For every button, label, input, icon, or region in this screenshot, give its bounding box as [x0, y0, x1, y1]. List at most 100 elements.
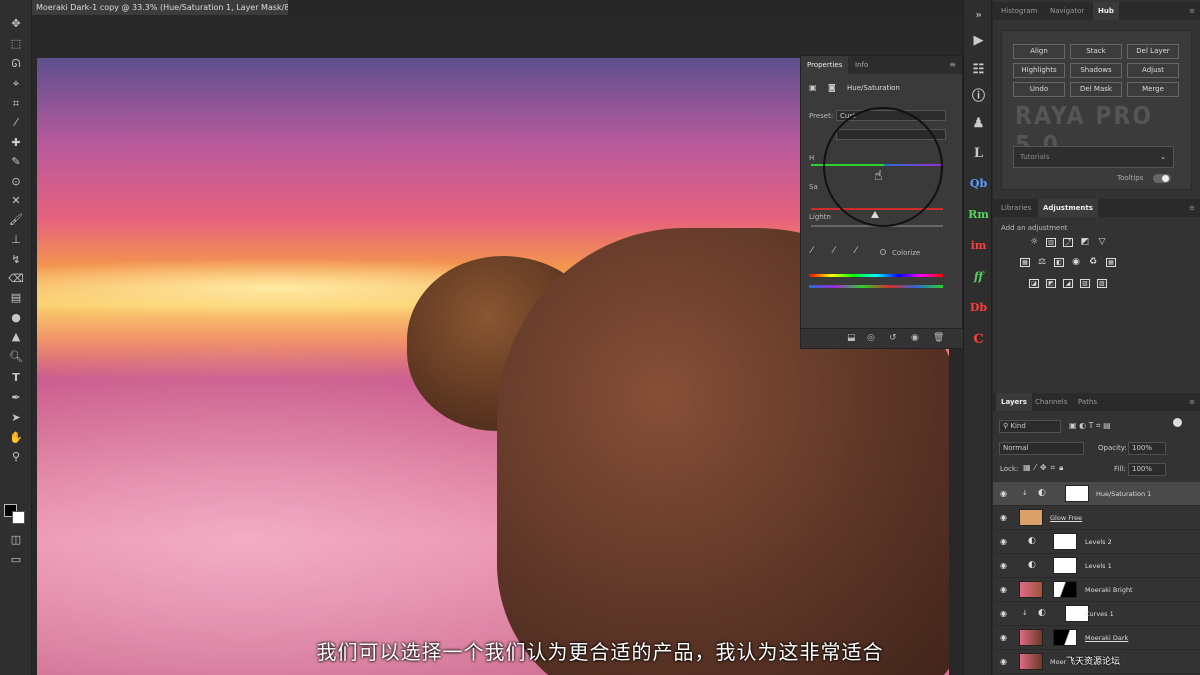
layer-mask-thumbnail[interactable] [1053, 581, 1077, 598]
adjust-button[interactable]: Adjust [1127, 63, 1179, 78]
visibility-eye-icon[interactable]: ◉ [1000, 561, 1007, 570]
marquee-tool-icon[interactable]: ⬚ [7, 36, 25, 52]
eyedropper-tool-icon[interactable]: ⁄ [7, 115, 25, 131]
gradient-map-icon[interactable]: ▧ [1080, 279, 1090, 288]
layer-name[interactable]: Curves 1 [1085, 610, 1114, 618]
plugin-Db[interactable]: Db [964, 301, 993, 314]
color-lookup-icon[interactable]: ▦ [1106, 258, 1116, 267]
tab-hub[interactable]: Hub [1093, 2, 1119, 20]
crop-tool-icon[interactable]: ⌗ [7, 96, 25, 112]
layer-name[interactable]: Levels 2 [1085, 538, 1112, 546]
mask-icon[interactable]: ◙ [828, 83, 836, 92]
panel-menu-icon[interactable]: ≡ [1189, 2, 1195, 20]
channel-mixer-icon[interactable]: ♻ [1088, 258, 1098, 267]
transform-tool-icon[interactable]: ✕ [7, 193, 25, 209]
tutorials-select[interactable]: Tutorials ⌄ [1013, 146, 1174, 168]
panel-menu-icon[interactable]: ≡ [1189, 393, 1195, 411]
layer-row[interactable]: ◉ ↓ ◐ Hue/Saturation 1 [993, 482, 1200, 506]
type-tool-icon[interactable]: T [7, 370, 25, 386]
hue-saturation-icon[interactable]: ▦ [1020, 258, 1030, 267]
layer-row[interactable]: ◉ ◐ Levels 2 [993, 530, 1200, 554]
del-layer-button[interactable]: Del Layer [1127, 44, 1179, 59]
paint-brush-tool-icon[interactable]: 🖌 [7, 212, 25, 228]
tab-paths[interactable]: Paths [1073, 393, 1102, 411]
visibility-eye-icon[interactable]: ◉ [1000, 609, 1007, 618]
color-balance-icon[interactable]: ⚖ [1037, 258, 1047, 267]
visibility-eye-icon[interactable]: ◉ [1000, 537, 1007, 546]
gradient-tool-icon[interactable]: ▤ [7, 290, 25, 306]
fill-field[interactable]: 100% [1128, 463, 1166, 476]
blur-tool-icon[interactable]: ● [7, 310, 25, 326]
eyedropper-icon[interactable]: ⁄ [811, 246, 813, 256]
layer-row[interactable]: ◉ Moeraki Bright [993, 578, 1200, 602]
stamp-icon[interactable]: ♟ [964, 116, 993, 131]
layer-row[interactable]: ◉ Glow Free [993, 506, 1200, 530]
stack-button[interactable]: Stack [1070, 44, 1122, 59]
layer-row[interactable]: ◉ ↓ ◐ Curves 1 [993, 602, 1200, 626]
move-tool-icon[interactable]: ✥ [7, 16, 25, 32]
document-tab[interactable]: Moeraki Dark-1 copy @ 33.3% (Hue/Saturat… [32, 0, 288, 15]
quick-select-tool-icon[interactable]: ⌖ [7, 76, 25, 92]
kind-filter-select[interactable]: ⚲ Kind [999, 420, 1061, 433]
panel-menu-icon[interactable]: ≡ [1189, 199, 1195, 217]
zoom-tool-icon[interactable]: ⚲ [7, 449, 25, 465]
layer-thumbnail[interactable] [1019, 581, 1043, 598]
screen-mode-icon[interactable]: ▭ [7, 552, 25, 568]
play-icon[interactable]: ▶ [964, 33, 993, 48]
layer-name[interactable]: Glow Free [1050, 514, 1082, 522]
threshold-icon[interactable]: ◢ [1063, 279, 1073, 288]
black-white-icon[interactable]: ◧ [1054, 258, 1064, 267]
visibility-eye-icon[interactable]: ◉ [1000, 585, 1007, 594]
del-mask-button[interactable]: Del Mask [1070, 82, 1122, 97]
layer-name[interactable]: Moeraki Bright [1085, 586, 1133, 594]
plugin-L[interactable]: L [964, 146, 993, 161]
visibility-eye-icon[interactable]: ◉ [1000, 489, 1007, 498]
layer-thumbnail[interactable] [1019, 509, 1043, 526]
tooltips-toggle[interactable] [1153, 174, 1171, 183]
selective-color-icon[interactable]: ▨ [1097, 279, 1107, 288]
hand-tool-icon[interactable]: ✋ [7, 430, 25, 446]
undo-button[interactable]: Undo [1013, 82, 1065, 97]
tab-navigator[interactable]: Navigator [1045, 2, 1089, 20]
clip-to-layer-icon[interactable]: ⬓ [847, 333, 856, 343]
history-brush-tool-icon[interactable]: ↯ [7, 252, 25, 268]
pen-tool-icon[interactable]: ✒ [7, 390, 25, 406]
layer-name[interactable]: Hue/Saturation 1 [1096, 490, 1151, 498]
plugin-Qb[interactable]: Qb [964, 177, 993, 190]
plugin-Rm[interactable]: Rm [964, 208, 993, 221]
invert-icon[interactable]: ◪ [1029, 279, 1039, 288]
highlights-button[interactable]: Highlights [1013, 63, 1065, 78]
curves-icon[interactable]: ⤴ [1063, 238, 1073, 247]
healing-brush-tool-icon[interactable]: ✚ [7, 135, 25, 151]
photo-filter-icon[interactable]: ◉ [1071, 258, 1081, 267]
panel-menu-icon[interactable]: ≡ [949, 56, 956, 74]
filter-toggle[interactable] [1173, 418, 1182, 427]
exposure-icon[interactable]: ◩ [1080, 238, 1090, 247]
levels-icon[interactable]: ▥ [1046, 238, 1056, 247]
filter-icons[interactable]: ▣ ◐ T ⌗ ▤ [1069, 421, 1111, 431]
delete-icon[interactable]: 🗑︎ [933, 333, 944, 343]
dodge-tool-icon[interactable]: 🔍︎ [7, 349, 25, 365]
tab-layers[interactable]: Layers [996, 393, 1032, 411]
brush-tool-icon[interactable]: ✎ [7, 154, 25, 170]
view-previous-icon[interactable]: ◎ [867, 333, 875, 343]
tab-info[interactable]: Info [849, 56, 874, 74]
eyedropper-plus-icon[interactable]: ⁄ [833, 246, 835, 256]
tab-histogram[interactable]: Histogram [996, 2, 1042, 20]
tab-libraries[interactable]: Libraries [996, 199, 1036, 217]
plugin-C[interactable]: C [964, 332, 993, 347]
sharpen-tool-icon[interactable]: ▲ [7, 329, 25, 345]
background-color-swatch[interactable] [12, 511, 25, 524]
clone-stamp-tool-icon[interactable]: ⊥ [7, 232, 25, 248]
settings-icon[interactable]: ☷ [964, 62, 993, 77]
layer-row[interactable]: ◉ ◐ Levels 1 [993, 554, 1200, 578]
blend-mode-select[interactable]: Normal [999, 442, 1084, 455]
layer-mask-thumbnail[interactable] [1065, 485, 1089, 502]
brightness-icon[interactable]: ☼ [1029, 238, 1039, 247]
layer-name[interactable]: Levels 1 [1085, 562, 1112, 570]
vibrance-icon[interactable]: ▽ [1097, 238, 1107, 247]
eyedropper-minus-icon[interactable]: ⁄ [855, 246, 857, 256]
lasso-tool-icon[interactable]: ᘏ [7, 56, 25, 72]
visibility-icon[interactable]: ◉ [911, 333, 919, 343]
reset-icon[interactable]: ↺ [889, 333, 897, 343]
